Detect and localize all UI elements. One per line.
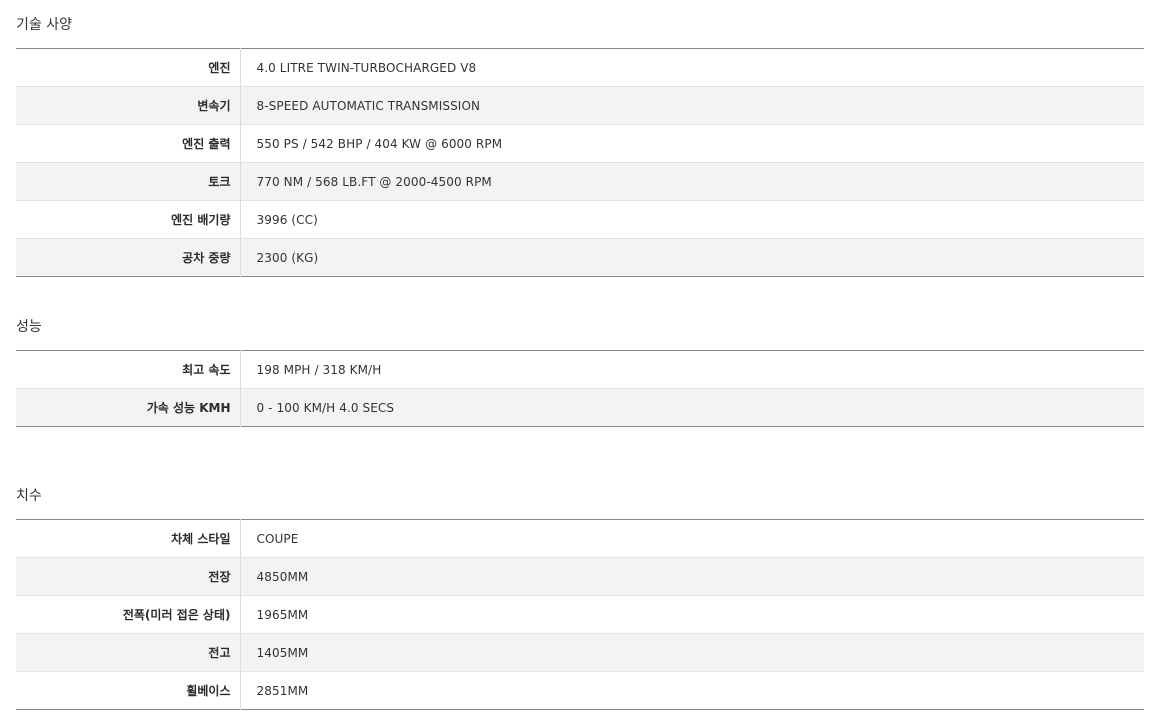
spec-value: 3996 (CC) (240, 200, 1144, 239)
spec-row-engine: 엔진 4.0 LITRE TWIN-TURBOCHARGED V8 (16, 48, 1144, 87)
performance-section: 성능 최고 속도 198 MPH / 318 KM/H 가속 성능 KMH 0 … (16, 302, 1144, 450)
spec-row-width: 전폭(미러 접은 상태) 1965MM (16, 595, 1144, 634)
spec-label: 전폭(미러 접은 상태) (16, 595, 241, 634)
spec-value: 2300 (KG) (240, 238, 1144, 277)
spec-row-torque: 토크 770 NM / 568 LB.FT @ 2000-4500 RPM (16, 162, 1144, 201)
dimensions-section: 치수 차체 스타일 COUPE 전장 4850MM 전폭(미러 접은 상태) 1… (16, 471, 1144, 710)
spec-label: 가속 성능 KMH (16, 388, 241, 427)
spec-value: 1405MM (240, 633, 1144, 672)
technical-specs-table: 엔진 4.0 LITRE TWIN-TURBOCHARGED V8 변속기 8-… (16, 48, 1144, 277)
spec-page: 기술 사양 엔진 4.0 LITRE TWIN-TURBOCHARGED V8 … (0, 0, 1164, 715)
spec-value: 8-SPEED AUTOMATIC TRANSMISSION (240, 86, 1144, 125)
spec-label: 공차 중량 (16, 238, 241, 277)
spec-value: 0 - 100 KM/H 4.0 SECS (240, 388, 1144, 427)
spec-value: 4.0 LITRE TWIN-TURBOCHARGED V8 (256, 60, 477, 75)
spec-row-top-speed: 최고 속도 198 MPH / 318 KM/H (16, 350, 1144, 389)
dimensions-table: 차체 스타일 COUPE 전장 4850MM 전폭(미러 접은 상태) 1965… (16, 519, 1144, 710)
spec-label: 차체 스타일 (16, 519, 241, 558)
section-title-dimensions: 치수 (16, 488, 42, 504)
spec-row-acceleration: 가속 성능 KMH 0 - 100 KM/H 4.0 SECS (16, 388, 1144, 427)
spec-label: 휠베이스 (16, 671, 241, 710)
spec-label: 전고 (16, 633, 241, 672)
section-title-performance: 성능 (16, 319, 42, 335)
spec-value: 770 NM / 568 LB.FT @ 2000-4500 RPM (240, 162, 1144, 201)
spec-row-power: 엔진 출력 550 PS / 542 BHP / 404 KW @ 6000 R… (16, 124, 1144, 163)
spec-label: 엔진 배기량 (16, 200, 241, 239)
spec-row-kerb-weight: 공차 중량 2300 (KG) (16, 238, 1144, 277)
spec-row-displacement: 엔진 배기량 3996 (CC) (16, 200, 1144, 239)
section-title-technical-specs: 기술 사양 (16, 17, 72, 33)
spec-label: 전장 (16, 557, 241, 596)
spec-label: 변속기 (16, 86, 241, 125)
spec-value: 198 MPH / 318 KM/H (256, 362, 382, 377)
spec-label: 토크 (16, 162, 241, 201)
spec-row-wheelbase: 휠베이스 2851MM (16, 671, 1144, 710)
spec-row-transmission: 변속기 8-SPEED AUTOMATIC TRANSMISSION (16, 86, 1144, 125)
spec-row-length: 전장 4850MM (16, 557, 1144, 596)
spec-value: 550 PS / 542 BHP / 404 KW @ 6000 RPM (240, 124, 1144, 163)
spec-label: 최고 속도 (16, 350, 241, 389)
performance-table: 최고 속도 198 MPH / 318 KM/H 가속 성능 KMH 0 - 1… (16, 350, 1144, 427)
spec-value: 4850MM (240, 557, 1144, 596)
spec-value: COUPE (256, 531, 299, 546)
spec-value: 1965MM (240, 595, 1144, 634)
spec-label: 엔진 (16, 48, 241, 87)
spec-row-height: 전고 1405MM (16, 633, 1144, 672)
spec-value: 2851MM (240, 671, 1144, 710)
spec-row-body-style: 차체 스타일 COUPE (16, 519, 1144, 558)
spec-label: 엔진 출력 (16, 124, 241, 163)
technical-specs-section: 기술 사양 엔진 4.0 LITRE TWIN-TURBOCHARGED V8 … (16, 0, 1144, 281)
